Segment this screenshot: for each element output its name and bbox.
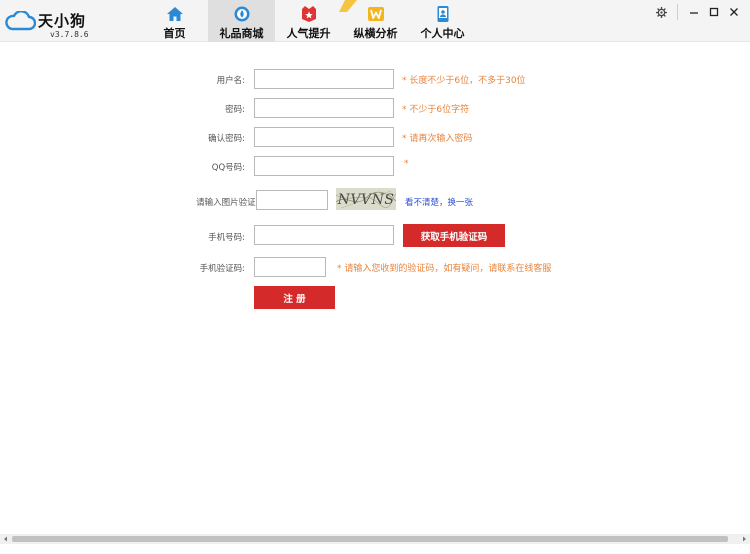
password-hint: * 不少于6位字符 [402, 105, 470, 115]
chevron-right-icon [743, 536, 746, 542]
confirm-password-hint: * 请再次输入密码 [402, 134, 473, 144]
register-button[interactable]: 注 册 [254, 286, 335, 309]
username-label: 用户名: [216, 76, 245, 86]
captcha-refresh-link[interactable]: 看不清楚，换一张 [405, 196, 473, 208]
chevron-left-icon [4, 536, 7, 542]
qq-input[interactable] [254, 156, 394, 176]
qq-label: QQ号码: [211, 163, 245, 173]
sms-code-label: 手机验证码: [199, 264, 245, 274]
sms-code-hint: * 请输入您收到的验证码，如有疑问，请联系在线客服 [337, 264, 552, 274]
username-hint: * 长度不少于6位，不多于30位 [402, 76, 526, 86]
username-input[interactable] [254, 69, 394, 89]
captcha-text: NVVNS [337, 192, 395, 208]
qq-hint: * [404, 159, 409, 169]
confirm-password-label: 确认密码: [208, 134, 245, 144]
scrollbar-thumb[interactable] [12, 536, 728, 542]
phone-label: 手机号码: [208, 233, 245, 243]
scroll-left-button[interactable] [0, 534, 12, 544]
scroll-right-button[interactable] [738, 534, 750, 544]
horizontal-scrollbar[interactable] [0, 534, 750, 544]
registration-form: 用户名: * 长度不少于6位，不多于30位 密码: * 不少于6位字符 确认密码… [0, 0, 750, 554]
captcha-image[interactable]: NVVNS [336, 188, 396, 210]
captcha-input[interactable] [256, 190, 328, 210]
get-sms-code-button[interactable]: 获取手机验证码 [403, 224, 505, 247]
captcha-noise: NVVNS [336, 190, 396, 209]
phone-input[interactable] [254, 225, 394, 245]
password-label: 密码: [225, 105, 245, 115]
password-input[interactable] [254, 98, 394, 118]
confirm-password-input[interactable] [254, 127, 394, 147]
sms-code-input[interactable] [254, 257, 326, 277]
